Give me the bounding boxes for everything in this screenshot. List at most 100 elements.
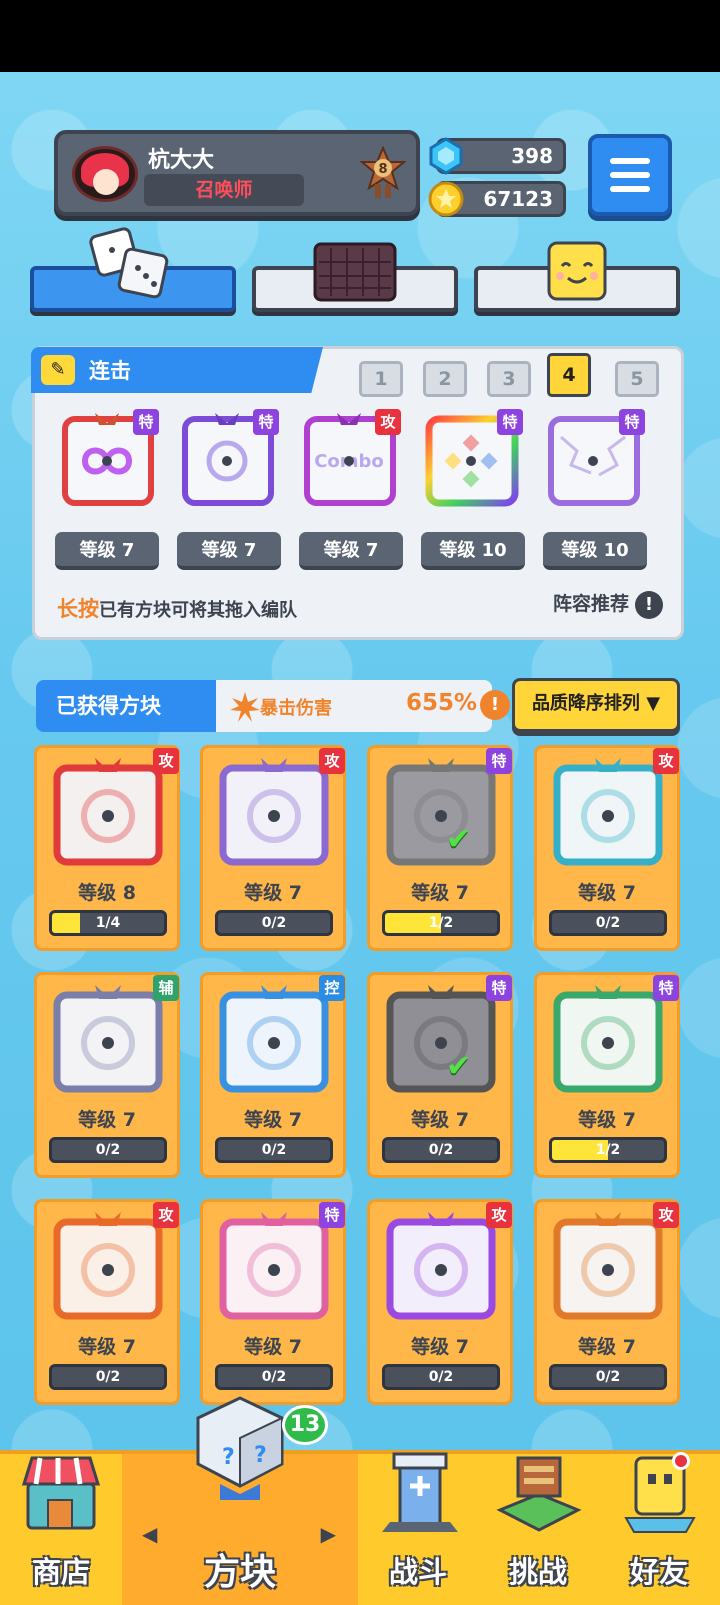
progress-text: 1/4 [95, 915, 121, 931]
progress-text: 0/2 [261, 915, 287, 931]
block-art-icon [553, 758, 663, 866]
coin-counter[interactable]: 67123 [428, 181, 566, 217]
nav-shop[interactable]: 商店 [0, 1454, 122, 1605]
progress-text: 0/2 [261, 1369, 287, 1385]
type-tag: 辅 [153, 975, 179, 1001]
type-tag: 攻 [153, 1202, 179, 1228]
progress-text: 0/2 [95, 1142, 121, 1158]
block-level: 等级 7 [578, 1109, 636, 1131]
block-card[interactable]: 攻 等级 8 1/4 [34, 745, 180, 951]
progress-text: 0/2 [595, 915, 621, 931]
upgrade-progress: 0/2 [549, 1364, 667, 1390]
lineup-recommend-button[interactable]: 阵容推荐! [553, 589, 663, 619]
block-art-icon [386, 1212, 496, 1320]
block-art-icon [219, 985, 329, 1093]
deck-slot-2[interactable]: 2 [423, 361, 467, 397]
profile-panel[interactable]: 杭大大 召唤师 8 [54, 130, 420, 216]
deck-slot-1[interactable]: 1 [359, 361, 403, 397]
coin-icon [428, 181, 464, 217]
deck-block-2[interactable]: 特 [175, 407, 279, 511]
info-icon[interactable]: ! [635, 591, 663, 619]
deck-title-bar: ✎ 连击 [31, 347, 323, 393]
tab-dice[interactable] [30, 227, 236, 312]
crit-info-icon[interactable]: ! [480, 690, 510, 720]
block-card[interactable]: 攻 等级 7 0/2 [200, 745, 346, 951]
block-level: 等级 7 [411, 1109, 469, 1131]
nav-battle[interactable]: 战斗 [358, 1452, 478, 1605]
deck-slot-5[interactable]: 5 [615, 361, 659, 397]
bottom-nav: 商店 ?? ◀ ▶ 方块 战斗 挑战 好友 [0, 1396, 720, 1605]
deck-block-1[interactable]: 特 [55, 407, 159, 511]
recommend-label: 阵容推荐 [552, 593, 629, 615]
deck-level-2: 等级 7 [177, 532, 281, 570]
upgrade-progress: 1/2 [549, 1137, 667, 1163]
deck-block-4[interactable]: 特 [419, 407, 523, 511]
edit-pencil-icon[interactable]: ✎ [41, 355, 75, 385]
coin-count: 67123 [483, 187, 553, 211]
type-tag: 攻 [653, 1202, 679, 1228]
block-art-icon [386, 985, 496, 1093]
sort-dropdown[interactable]: 品质降序排列 ▼ [512, 678, 680, 732]
blocks-count-badge: 13 [282, 1405, 328, 1445]
block-card[interactable]: 攻 等级 7 0/2 [367, 1199, 513, 1405]
gem-counter[interactable]: 398 [429, 137, 566, 175]
block-card[interactable]: 特 等级 7 1/2 [534, 972, 680, 1178]
block-art-icon [553, 1212, 663, 1320]
deck-slot-4[interactable]: 4 [547, 353, 591, 397]
progress-text: 0/2 [95, 1369, 121, 1385]
block-art-icon [53, 1212, 163, 1320]
nav-blocks[interactable]: ?? ◀ ▶ 方块 [122, 1396, 358, 1605]
svg-text:?: ? [254, 1443, 267, 1468]
tab-emote[interactable] [474, 241, 680, 312]
block-card[interactable]: 特 ✔ 等级 7 0/2 [367, 972, 513, 1178]
avatar[interactable] [72, 146, 138, 202]
type-tag: 特 [619, 409, 645, 435]
block-art-icon [219, 1212, 329, 1320]
type-tag: 攻 [319, 748, 345, 774]
deck-level-4: 等级 10 [421, 532, 525, 570]
type-tag: 攻 [653, 748, 679, 774]
progress-text: 0/2 [595, 1369, 621, 1385]
battle-tower-icon [382, 1452, 458, 1532]
block-card[interactable]: 攻 等级 7 0/2 [534, 1199, 680, 1405]
type-tag: 控 [319, 975, 345, 1001]
owned-title: 已获得方块 [36, 680, 226, 732]
block-card[interactable]: 控 等级 7 0/2 [200, 972, 346, 1178]
block-level: 等级 7 [244, 1336, 302, 1358]
block-card[interactable]: 攻 等级 7 0/2 [534, 745, 680, 951]
deck-block-3[interactable]: Combo 攻 [297, 407, 401, 511]
deck-panel: ✎ 连击 1 2 3 4 5 特 特 Combo 攻 [31, 346, 684, 640]
block-card[interactable]: 特 等级 7 0/2 [200, 1199, 346, 1405]
upgrade-progress: 0/2 [49, 1137, 167, 1163]
block-level: 等级 7 [578, 882, 636, 904]
block-level: 等级 7 [411, 882, 469, 904]
menu-button[interactable] [588, 134, 672, 216]
deck-block-5[interactable]: 特 [541, 407, 645, 511]
type-tag: 特 [653, 975, 679, 1001]
hint-bold: 长按 [57, 597, 99, 621]
upgrade-progress: 1/4 [49, 910, 167, 936]
upgrade-progress: 0/2 [215, 1137, 333, 1163]
type-tag: 特 [319, 1202, 345, 1228]
nav-friends[interactable]: 好友 [598, 1454, 720, 1605]
upgrade-progress: 0/2 [382, 1364, 500, 1390]
deck-level-3: 等级 7 [299, 532, 403, 570]
tab-board[interactable] [252, 242, 458, 312]
deck-name: 连击 [89, 359, 131, 383]
svg-text:?: ? [222, 1445, 235, 1470]
nav-challenge[interactable]: 挑战 [478, 1454, 598, 1605]
block-level: 等级 7 [411, 1336, 469, 1358]
type-tag: 特 [486, 975, 512, 1001]
type-tag: 特 [486, 748, 512, 774]
block-card[interactable]: 辅 等级 7 0/2 [34, 972, 180, 1178]
dice-icon [89, 227, 169, 299]
upgrade-progress: 0/2 [215, 910, 333, 936]
block-card[interactable]: 攻 等级 7 0/2 [34, 1199, 180, 1405]
deck-slot-3[interactable]: 3 [487, 361, 531, 397]
block-card[interactable]: 特 ✔ 等级 7 1/2 [367, 745, 513, 951]
crit-label: 暴击伤害 [260, 698, 332, 719]
block-art-icon [53, 985, 163, 1093]
block-art-icon [553, 985, 663, 1093]
progress-text: 1/2 [595, 1142, 621, 1158]
shop-icon [21, 1456, 101, 1530]
